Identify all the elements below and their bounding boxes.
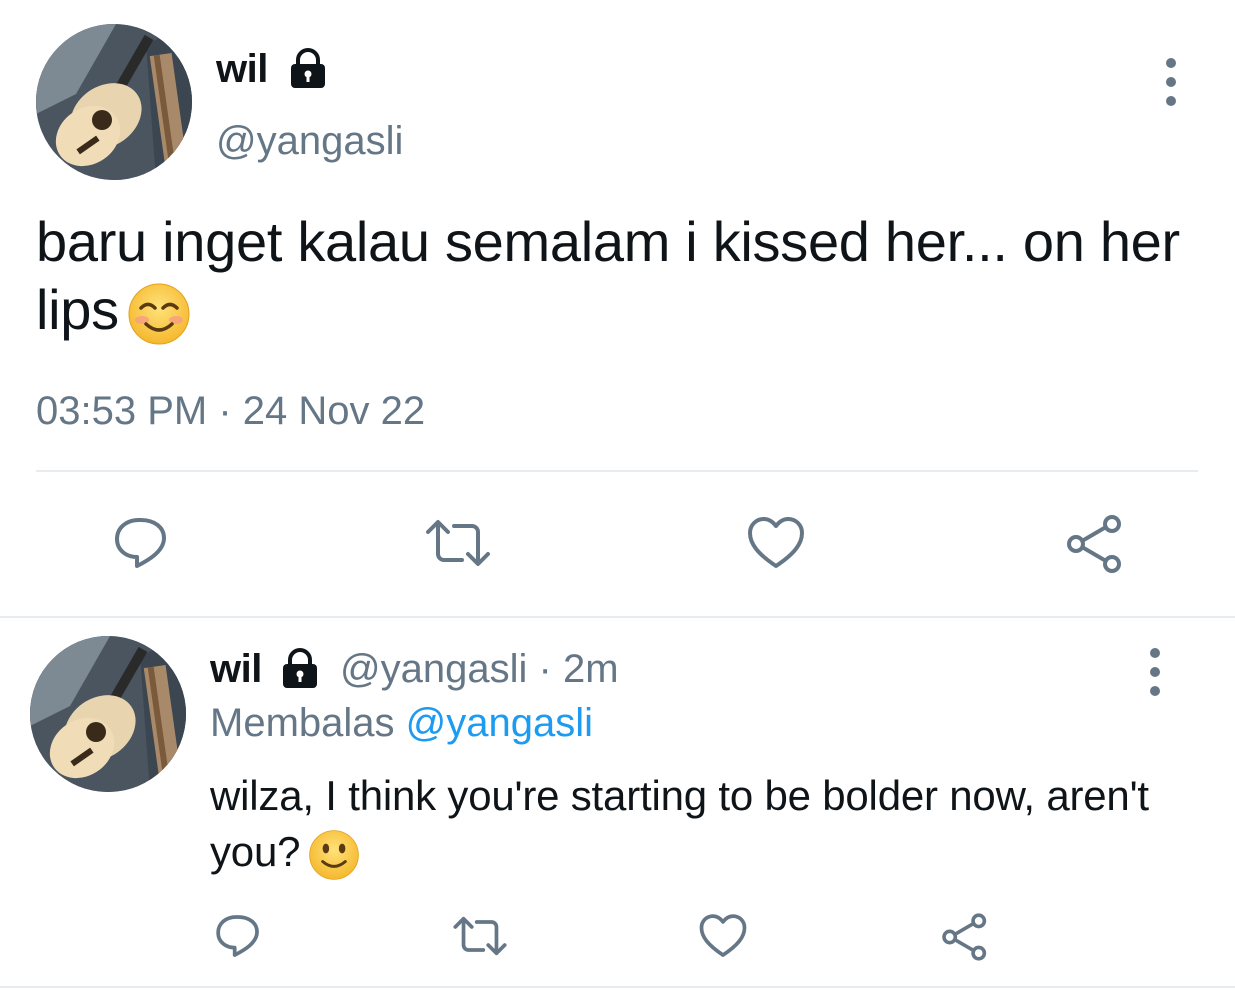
avatar-guitar-image (36, 24, 192, 180)
lock-icon (286, 46, 330, 90)
retweet-icon (453, 916, 507, 956)
tweet-text: baru inget kalau semalam i kissed her...… (36, 208, 1196, 346)
bottom-divider (0, 986, 1235, 988)
display-name[interactable]: wil (216, 44, 268, 94)
like-button[interactable] (746, 514, 806, 572)
separator: · (218, 389, 232, 433)
heart-icon (748, 517, 804, 568)
handle[interactable]: @yangasli (216, 116, 403, 166)
handle[interactable]: @yangasli (340, 647, 527, 691)
timestamp[interactable]: 03:53 PM · 24 Nov 22 (36, 386, 425, 436)
tweet-age: 2m (562, 647, 619, 691)
reply-icon (115, 518, 166, 568)
avatar[interactable] (30, 636, 186, 792)
avatar[interactable] (36, 24, 192, 180)
share-icon (1067, 515, 1121, 573)
more-vertical-icon[interactable] (1142, 648, 1168, 696)
separator: · (538, 647, 552, 691)
slightly-smiling-face-icon (308, 829, 360, 881)
tweet-text-content: baru inget kalau semalam i kissed her...… (36, 210, 1180, 341)
retweet-button[interactable] (452, 912, 508, 960)
reply-button[interactable] (214, 912, 262, 960)
smiling-face-with-smiling-eyes-icon (127, 282, 191, 346)
divider (36, 470, 1198, 472)
share-button[interactable] (1064, 514, 1126, 574)
replying-to-handle[interactable]: @yangasli (406, 701, 593, 745)
replying-to: Membalas @yangasli (210, 698, 593, 748)
section-divider (0, 616, 1235, 618)
share-icon (942, 913, 987, 961)
replying-prefix: Membalas (210, 701, 395, 745)
retweet-icon (426, 520, 490, 566)
like-button[interactable] (698, 912, 748, 960)
tweet-time: 03:53 PM (36, 389, 208, 433)
reply-meta: @yangasli · 2m (340, 644, 619, 694)
share-button[interactable] (940, 912, 990, 962)
tweet-date: 24 Nov 22 (242, 389, 426, 433)
lock-icon (278, 646, 322, 690)
more-vertical-icon[interactable] (1158, 58, 1184, 106)
retweet-button[interactable] (424, 514, 492, 572)
display-name[interactable]: wil (210, 644, 262, 694)
reply-button[interactable] (112, 514, 170, 572)
avatar-guitar-image (30, 636, 186, 792)
tweet-text: wilza, I think you're starting to be bol… (210, 768, 1200, 881)
heart-icon (699, 914, 747, 957)
reply-icon (216, 915, 259, 957)
